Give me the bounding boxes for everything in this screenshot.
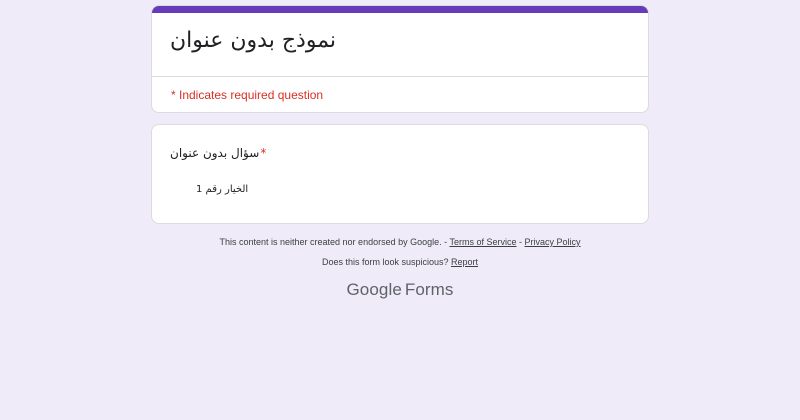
footer-report-line: Does this form look suspicious? Report [151, 256, 649, 268]
footer: This content is neither created nor endo… [151, 224, 649, 324]
question-title-text: سؤال بدون عنوان [170, 146, 260, 160]
accent-bar [152, 6, 648, 13]
report-link[interactable]: Report [451, 257, 478, 267]
logo-forms-text: Forms [404, 280, 454, 299]
disclaimer-text: This content is neither created nor endo… [219, 237, 442, 247]
google-forms-logo[interactable]: Google Forms [151, 280, 649, 300]
required-note: * Indicates required question [171, 88, 324, 102]
logo-google-text: Google [346, 280, 402, 299]
form-container: نموذج بدون عنوان * Indicates required qu… [151, 5, 649, 324]
required-star: * [260, 146, 267, 160]
header-divider [152, 76, 648, 77]
question-card: سؤال بدون عنوان* الخيار رقم 1 [151, 124, 649, 224]
page: { "form": { "title": "نموذج بدون عنوان",… [0, 0, 800, 420]
question-title: سؤال بدون عنوان* [170, 145, 266, 161]
separator: - [516, 237, 525, 247]
suspicious-text: Does this form look suspicious? [321, 257, 449, 267]
terms-of-service-link[interactable]: Terms of Service [449, 237, 516, 247]
footer-disclaimer-line: This content is neither created nor endo… [151, 236, 649, 248]
form-title: نموذج بدون عنوان [170, 28, 337, 53]
option-1[interactable]: الخيار رقم 1 [196, 183, 248, 197]
privacy-policy-link[interactable]: Privacy Policy [525, 237, 581, 247]
form-header-card: نموذج بدون عنوان * Indicates required qu… [151, 5, 649, 113]
